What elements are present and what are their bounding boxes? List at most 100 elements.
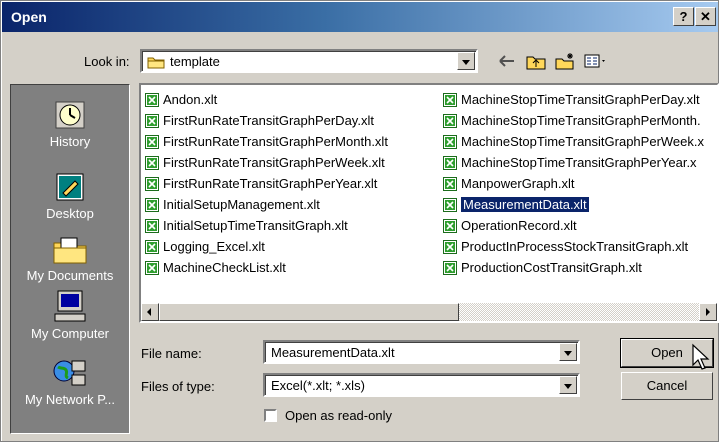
place-my-documents-label: My Documents [26, 268, 114, 283]
list-item[interactable]: InitialSetupTimeTransitGraph.xlt [145, 215, 388, 236]
file-name-text: ProductionCostTransitGraph.xlt [461, 260, 642, 275]
desktop-icon [56, 173, 84, 201]
my-network-places-icon [53, 360, 86, 386]
folder-icon [147, 57, 165, 69]
file-name-text: InitialSetupTimeTransitGraph.xlt [163, 218, 348, 233]
place-my-network-places-label: My Network P... [24, 392, 116, 407]
file-name-text: FirstRunRateTransitGraphPerMonth.xlt [163, 134, 388, 149]
file-name-text: ProductInProcessStockTransitGraph.xlt [461, 239, 689, 254]
read-only-checkbox[interactable] [264, 409, 277, 422]
file-name-text: MachineStopTimeTransitGraphPerDay.xlt [461, 92, 700, 107]
excel-template-icon [145, 113, 159, 128]
excel-template-icon [145, 134, 159, 149]
excel-template-icon [145, 197, 159, 212]
excel-template-icon [443, 113, 457, 128]
window-title: Open [11, 9, 47, 25]
file-name-label: File name: [141, 346, 202, 361]
file-name-value: MeasurementData.xlt [271, 345, 395, 360]
file-name-text: ManpowerGraph.xlt [461, 176, 575, 191]
file-name-text: MachineCheckList.xlt [163, 260, 286, 275]
list-item[interactable]: FirstRunRateTransitGraphPerDay.xlt [145, 110, 388, 131]
file-column-2: MachineStopTimeTransitGraphPerDay.xlt Ma… [443, 89, 704, 278]
files-of-type-value: Excel(*.xlt; *.xls) [271, 378, 365, 393]
file-name-input[interactable]: MeasurementData.xlt [263, 340, 580, 364]
list-item[interactable]: ProductInProcessStockTransitGraph.xlt [443, 236, 704, 257]
place-my-documents[interactable]: My Documents [11, 235, 129, 283]
list-item[interactable]: MachineStopTimeTransitGraphPerWeek.x [443, 131, 704, 152]
places-bar: History Desktop My Documents My Computer… [10, 84, 130, 434]
file-name-text: MachineStopTimeTransitGraphPerMonth. [461, 113, 701, 128]
new-folder-icon[interactable] [554, 52, 576, 70]
open-dialog: Open ? ✕ Look in: template History Deskt… [0, 0, 719, 442]
file-name-text: FirstRunRateTransitGraphPerWeek.xlt [163, 155, 385, 170]
place-history[interactable]: History [11, 99, 129, 149]
views-menu-icon[interactable] [583, 52, 609, 70]
excel-template-icon [443, 134, 457, 149]
list-item[interactable]: OperationRecord.xlt [443, 215, 704, 236]
file-name-text: FirstRunRateTransitGraphPerYear.xlt [163, 176, 378, 191]
excel-template-icon [145, 92, 159, 107]
file-name-text: InitialSetupManagement.xlt [163, 197, 320, 212]
excel-template-icon [145, 176, 159, 191]
list-item[interactable]: FirstRunRateTransitGraphPerMonth.xlt [145, 131, 388, 152]
file-name-text: OperationRecord.xlt [461, 218, 577, 233]
look-in-dropdown-button[interactable] [457, 52, 475, 70]
scroll-right-button[interactable] [699, 303, 717, 321]
file-name-text: FirstRunRateTransitGraphPerDay.xlt [163, 113, 374, 128]
place-desktop[interactable]: Desktop [11, 171, 129, 221]
back-icon[interactable] [496, 52, 518, 70]
my-documents-icon [53, 237, 87, 264]
excel-template-icon [443, 239, 457, 254]
excel-template-icon [443, 260, 457, 275]
files-of-type-select[interactable]: Excel(*.xlt; *.xls) [263, 373, 580, 397]
list-item[interactable]: Logging_Excel.xlt [145, 236, 388, 257]
file-name-text: MachineStopTimeTransitGraphPerYear.x [461, 155, 697, 170]
horizontal-scrollbar[interactable] [141, 303, 717, 321]
list-item[interactable]: FirstRunRateTransitGraphPerYear.xlt [145, 173, 388, 194]
excel-template-icon [443, 197, 457, 212]
file-name-text: MeasurementData.xlt [460, 196, 590, 213]
file-name-dropdown-button[interactable] [559, 343, 577, 361]
excel-template-icon [145, 260, 159, 275]
excel-template-icon [145, 155, 159, 170]
files-of-type-dropdown-button[interactable] [559, 376, 577, 394]
file-name-text: MachineStopTimeTransitGraphPerWeek.x [461, 134, 705, 149]
read-only-label[interactable]: Open as read-only [285, 408, 392, 423]
cancel-button[interactable]: Cancel [621, 372, 713, 400]
list-item-selected[interactable]: MeasurementData.xlt [443, 194, 704, 215]
excel-template-icon [145, 218, 159, 233]
place-history-label: History [49, 134, 91, 149]
list-item[interactable]: Andon.xlt [145, 89, 388, 110]
mouse-cursor-icon [692, 343, 710, 370]
help-button[interactable]: ? [673, 7, 694, 26]
list-item[interactable]: FirstRunRateTransitGraphPerWeek.xlt [145, 152, 388, 173]
scroll-left-button[interactable] [141, 303, 159, 321]
file-list[interactable]: Andon.xlt FirstRunRateTransitGraphPerDay… [139, 83, 719, 323]
file-name-text: Logging_Excel.xlt [163, 239, 265, 254]
list-item[interactable]: MachineStopTimeTransitGraphPerMonth. [443, 110, 704, 131]
place-my-network-places[interactable]: My Network P... [11, 357, 129, 407]
list-item[interactable]: ProductionCostTransitGraph.xlt [443, 257, 704, 278]
close-button[interactable]: ✕ [695, 7, 716, 26]
place-my-computer[interactable]: My Computer [11, 289, 129, 341]
list-item[interactable]: MachineStopTimeTransitGraphPerDay.xlt [443, 89, 704, 110]
excel-template-icon [145, 239, 159, 254]
up-one-level-icon[interactable] [525, 52, 547, 70]
file-name-text: Andon.xlt [163, 92, 218, 107]
list-item[interactable]: InitialSetupManagement.xlt [145, 194, 388, 215]
list-item[interactable]: ManpowerGraph.xlt [443, 173, 704, 194]
my-computer-icon [54, 290, 86, 322]
excel-template-icon [443, 176, 457, 191]
look-in-label: Look in: [84, 54, 130, 69]
cancel-button-label: Cancel [646, 378, 688, 393]
look-in-value: template [170, 54, 220, 69]
place-desktop-label: Desktop [46, 206, 94, 221]
files-of-type-label: Files of type: [141, 379, 215, 394]
list-item[interactable]: MachineCheckList.xlt [145, 257, 388, 278]
list-item[interactable]: MachineStopTimeTransitGraphPerYear.x [443, 152, 704, 173]
excel-template-icon [443, 218, 457, 233]
title-bar[interactable]: Open ? ✕ [2, 2, 718, 32]
look-in-combo[interactable]: template [140, 49, 478, 73]
scrollbar-thumb[interactable] [159, 303, 459, 321]
history-icon [55, 101, 85, 129]
